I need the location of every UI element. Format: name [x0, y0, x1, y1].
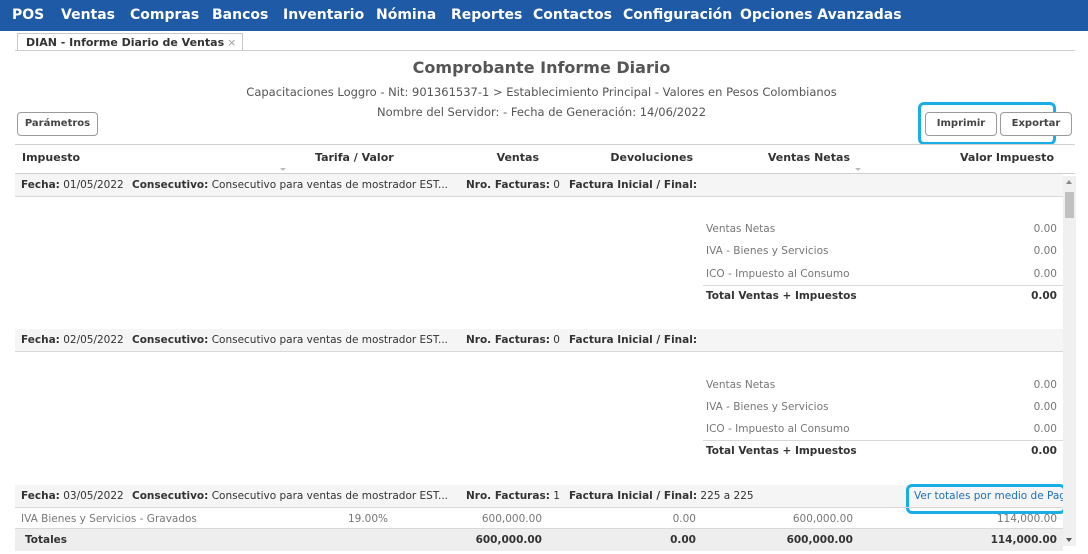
summary-value-total: 0.00	[1031, 290, 1057, 302]
fecha-label: Fecha:	[21, 179, 60, 191]
cell-tarifa: 19.00%	[347, 513, 388, 525]
column-header-impuesto[interactable]: Impuesto	[22, 151, 80, 164]
summary-label-iva: IVA - Bienes y Servicios	[706, 401, 829, 413]
column-header-devoluciones[interactable]: Devoluciones	[610, 151, 693, 164]
summary-value-ventas-netas: 0.00	[1033, 223, 1057, 235]
fecha-value: 01/05/2022	[63, 179, 124, 191]
consecutivo-label: Consecutivo:	[132, 334, 209, 346]
vertical-scrollbar[interactable]	[1063, 176, 1076, 546]
sort-indicator-icon	[855, 168, 861, 171]
column-header-tarifa-valor[interactable]: Tarifa / Valor	[315, 151, 394, 164]
nro-facturas-value: 1	[553, 490, 560, 502]
nav-item-configuracion[interactable]: Configuración	[623, 0, 732, 31]
totales-ventas: 600,000.00	[475, 534, 542, 546]
top-nav-bar: POS Ventas Compras Bancos Inventario Nóm…	[0, 0, 1088, 31]
nav-item-contactos[interactable]: Contactos	[533, 0, 612, 31]
group-header-row: Fecha: 01/05/2022 Consecutivo: Consecuti…	[15, 174, 1063, 196]
fecha-label: Fecha:	[21, 334, 60, 346]
summary-divider	[703, 440, 1063, 441]
consecutivo-label: Consecutivo:	[132, 490, 209, 502]
factura-inicial-final-label: Factura Inicial / Final:	[569, 490, 698, 502]
summary-label-ventas-netas: Ventas Netas	[706, 379, 776, 391]
nav-item-bancos[interactable]: Bancos	[212, 0, 268, 31]
cell-impuesto: IVA Bienes y Servicios - Gravados	[21, 513, 197, 525]
ver-totales-medio-pago-link[interactable]: Ver totales por medio de Pago	[914, 490, 1072, 502]
totales-devoluciones: 0.00	[670, 534, 696, 546]
nro-facturas-value: 0	[553, 334, 560, 346]
cell-valor-impuesto: 114,000.00	[996, 513, 1057, 525]
summary-label-iva: IVA - Bienes y Servicios	[706, 245, 829, 257]
totales-row: Totales 600,000.00 0.00 600,000.00 114,0…	[15, 529, 1063, 551]
totales-label: Totales	[25, 534, 68, 546]
group-header-row: Fecha: 02/05/2022 Consecutivo: Consecuti…	[15, 329, 1063, 351]
nav-item-ventas[interactable]: Ventas	[61, 0, 115, 31]
nav-item-compras[interactable]: Compras	[130, 0, 199, 31]
consecutivo-value: Consecutivo para ventas de mostrador EST…	[211, 179, 449, 191]
consecutivo-label: Consecutivo:	[132, 179, 209, 191]
factura-inicial-final-label: Factura Inicial / Final:	[569, 334, 698, 346]
consecutivo-value: Consecutivo para ventas de mostrador EST…	[211, 334, 449, 346]
report-subtitle-company: Capacitaciones Loggro - Nit: 901361537-1…	[246, 85, 837, 99]
summary-label-total: Total Ventas + Impuestos	[706, 445, 857, 457]
cell-ventas-netas: 600,000.00	[792, 513, 853, 525]
nro-facturas-value: 0	[553, 179, 560, 191]
column-header-ventas-netas[interactable]: Ventas Netas	[768, 151, 850, 164]
factura-rango-value: 225 a 225	[700, 490, 754, 502]
scrollbar-thumb[interactable]	[1065, 192, 1074, 218]
fecha-value: 03/05/2022	[63, 490, 124, 502]
nav-item-reportes[interactable]: Reportes	[451, 0, 522, 31]
tab-label: DIAN - Informe Diario de Ventas	[26, 36, 225, 49]
report-title: Comprobante Informe Diario	[412, 58, 671, 77]
totales-valor-impuesto: 114,000.00	[990, 534, 1057, 546]
table-header-top-border	[15, 144, 1075, 145]
summary-value-ico: 0.00	[1033, 268, 1057, 280]
summary-value-iva: 0.00	[1033, 245, 1057, 257]
summary-label-total: Total Ventas + Impuestos	[706, 290, 857, 302]
exportar-button[interactable]: Exportar	[1000, 112, 1072, 136]
sort-indicator-icon	[280, 168, 286, 171]
imprimir-button[interactable]: Imprimir	[925, 112, 997, 136]
tab-divider	[15, 50, 1075, 51]
summary-divider	[703, 285, 1063, 286]
row-divider	[15, 351, 1063, 352]
parametros-button[interactable]: Parámetros	[17, 112, 98, 136]
summary-value-iva: 0.00	[1033, 401, 1057, 413]
summary-value-ventas-netas: 0.00	[1033, 379, 1057, 391]
tab-close-icon[interactable]: ×	[227, 36, 236, 49]
fecha-value: 02/05/2022	[63, 334, 124, 346]
fecha-label: Fecha:	[21, 490, 60, 502]
column-header-ventas[interactable]: Ventas	[497, 151, 539, 164]
scroll-down-arrow-icon[interactable]	[1066, 538, 1072, 542]
summary-label-ico: ICO - Impuesto al Consumo	[706, 268, 850, 280]
column-header-valor-impuesto[interactable]: Valor Impuesto	[960, 151, 1054, 164]
summary-value-ico: 0.00	[1033, 423, 1057, 435]
nav-item-opciones-avanzadas[interactable]: Opciones Avanzadas	[740, 0, 902, 31]
cell-ventas: 600,000.00	[481, 513, 542, 525]
nav-item-pos[interactable]: POS	[12, 0, 44, 31]
nav-item-nomina[interactable]: Nómina	[376, 0, 436, 31]
tab-informe-diario[interactable]: DIAN - Informe Diario de Ventas ×	[17, 33, 244, 51]
totales-ventas-netas: 600,000.00	[786, 534, 853, 546]
cell-devoluciones: 0.00	[672, 513, 696, 525]
table-row: IVA Bienes y Servicios - Gravados 19.00%…	[15, 508, 1063, 530]
consecutivo-value: Consecutivo para ventas de mostrador EST…	[211, 490, 449, 502]
nro-facturas-label: Nro. Facturas:	[466, 490, 550, 502]
scroll-up-arrow-icon[interactable]	[1066, 180, 1072, 184]
factura-inicial-final-label: Factura Inicial / Final:	[569, 179, 698, 191]
summary-label-ventas-netas: Ventas Netas	[706, 223, 776, 235]
nro-facturas-label: Nro. Facturas:	[466, 179, 550, 191]
nav-item-inventario[interactable]: Inventario	[283, 0, 364, 31]
summary-label-ico: ICO - Impuesto al Consumo	[706, 423, 850, 435]
summary-value-total: 0.00	[1031, 445, 1057, 457]
nro-facturas-label: Nro. Facturas:	[466, 334, 550, 346]
row-divider	[15, 196, 1063, 197]
